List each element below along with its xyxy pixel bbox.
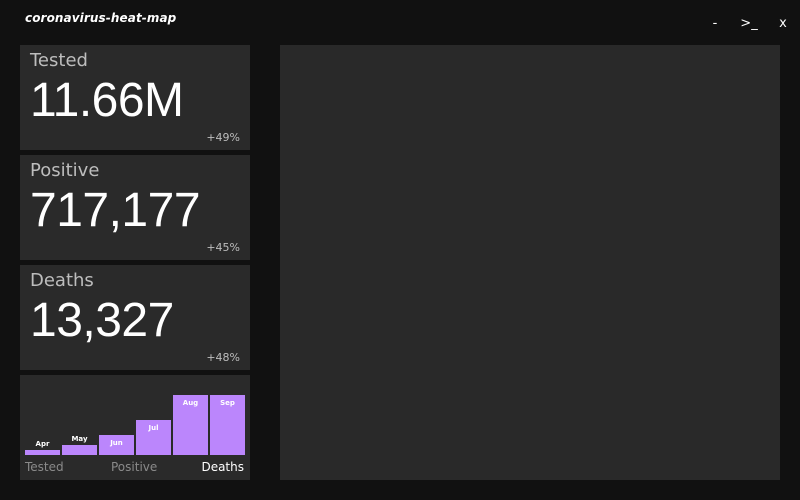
window-controls: - >_ x [698,14,800,34]
monthly-bar-chart: Apr May Jun Jul Aug Sep [25,395,245,455]
deaths-label: Deaths [30,270,94,291]
positive-label: Positive [30,160,100,181]
bar-label-jun: Jun [109,439,123,447]
tested-delta: +49% [206,131,240,144]
tab-positive[interactable]: Positive [111,460,157,474]
positive-value: 717,177 [30,184,201,237]
bar-may [62,445,97,455]
tested-card: Tested 11.66M +49% [20,45,250,150]
deaths-value: 13,327 [30,294,174,347]
bar-apr [25,450,60,455]
app-title: coronavirus-heat-map [25,11,177,25]
deaths-delta: +48% [206,351,240,364]
bar-label-sep: Sep [220,399,235,407]
bar-label-jul: Jul [148,424,159,432]
bar-label-aug: Aug [183,399,198,407]
tested-value: 11.66M [30,74,184,127]
positive-card: Positive 717,177 +45% [20,155,250,260]
chart-tabs: Tested Positive Deaths [20,460,250,476]
monthly-chart-card: Apr May Jun Jul Aug Sep Tested Positive Death… [20,375,250,480]
minimize-button[interactable]: - [698,14,732,34]
heat-map-panel[interactable] [280,45,780,480]
bar-label-apr: Apr [36,440,50,448]
positive-delta: +45% [206,241,240,254]
app-window: coronavirus-heat-map - >_ x Tested 11.66… [0,0,800,500]
tab-deaths[interactable]: Deaths [201,460,244,474]
bar-label-may: May [71,435,87,443]
tab-tested[interactable]: Tested [25,460,64,474]
terminal-button[interactable]: >_ [732,14,766,34]
close-button[interactable]: x [766,14,800,34]
tested-label: Tested [30,50,88,71]
deaths-card: Deaths 13,327 +48% [20,265,250,370]
